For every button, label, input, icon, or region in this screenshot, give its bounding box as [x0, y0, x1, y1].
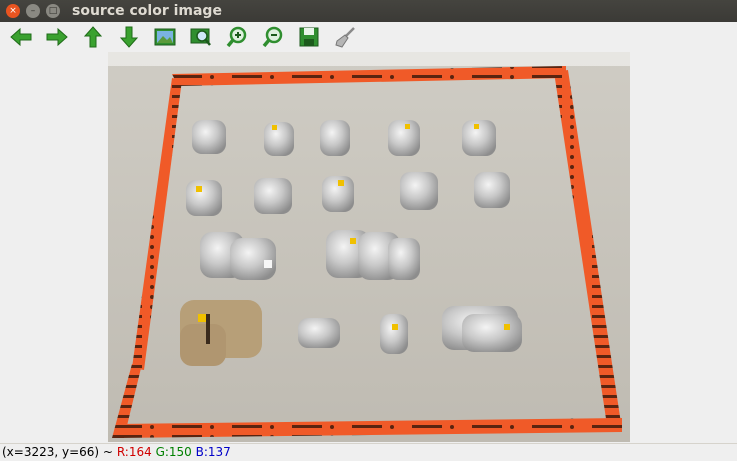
maximize-icon: □	[48, 5, 58, 16]
pan-down-button[interactable]	[116, 24, 142, 50]
pixel-blue-value: B:137	[195, 445, 231, 459]
maximize-button[interactable]: □	[46, 4, 60, 18]
cursor-coords: (x=3223, y=66) ~	[2, 445, 113, 459]
arrow-left-icon	[10, 27, 32, 47]
arrow-right-icon	[46, 27, 68, 47]
pixel-red-value: R:164	[116, 445, 152, 459]
pan-right-button[interactable]	[44, 24, 70, 50]
zoom-rect-icon	[190, 28, 211, 46]
title-bar: × – □ source color image	[0, 0, 737, 22]
save-icon	[299, 27, 319, 47]
zoom-area-button[interactable]	[188, 24, 214, 50]
window-title: source color image	[72, 3, 222, 19]
pan-up-button[interactable]	[80, 24, 106, 50]
close-button[interactable]: ×	[6, 4, 20, 18]
toolbar	[0, 22, 737, 52]
arrow-down-icon	[119, 26, 139, 48]
zoom-fit-button[interactable]	[152, 24, 178, 50]
image-window: × – □ source color image (x=3223, y=66) …	[0, 0, 737, 461]
zoom-in-button[interactable]	[224, 24, 250, 50]
image-canvas[interactable]	[108, 52, 630, 442]
broom-icon	[335, 27, 355, 48]
save-button[interactable]	[296, 24, 322, 50]
zoom-out-button[interactable]	[260, 24, 286, 50]
zoom-out-icon	[262, 26, 283, 48]
minimize-icon: –	[30, 5, 36, 16]
close-icon: ×	[9, 5, 17, 16]
arrow-up-icon	[83, 26, 103, 48]
zoom-in-icon	[226, 26, 247, 48]
minimize-button[interactable]: –	[26, 4, 40, 18]
status-bar: (x=3223, y=66) ~ R:164 G:150 B:137	[0, 443, 737, 461]
properties-button[interactable]	[332, 24, 358, 50]
source-photo	[108, 52, 630, 442]
picture-icon	[154, 28, 176, 46]
pixel-green-value: G:150	[155, 445, 192, 459]
pan-left-button[interactable]	[8, 24, 34, 50]
